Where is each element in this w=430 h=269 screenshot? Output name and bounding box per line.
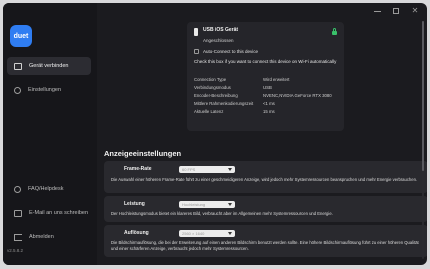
- performance-label: Leistung: [124, 201, 145, 207]
- info-value: 15 ms: [263, 108, 275, 114]
- info-key: Mittlere Rahmenkodierungszeit: [194, 100, 254, 106]
- section-title: Anzeigeeinstellungen: [104, 149, 182, 158]
- sidebar: duet Gerät verbinden Einstellungen FAQ/H…: [3, 3, 97, 265]
- frame-rate-setting: Frame-Rate 60 FPS Die Auswahl einer höhe…: [104, 161, 427, 193]
- auto-connect-checkbox[interactable]: [194, 49, 199, 54]
- lock-icon: [332, 28, 337, 35]
- device-card: USB iOS Gerät Angeschlossen Auto-Connect…: [187, 22, 344, 131]
- app-window: ✕ duet Gerät verbinden Einstellungen FAQ…: [3, 3, 427, 265]
- sidebar-item-label: Abmelden: [29, 234, 54, 240]
- resolution-select[interactable]: 2560 × 1640: [179, 230, 235, 237]
- sidebar-item-logout[interactable]: Abmelden: [7, 228, 91, 246]
- chevron-down-icon: [228, 168, 232, 171]
- sidebar-item-label: FAQ/Helpdesk: [28, 186, 64, 192]
- resolution-label: Auflösung: [124, 230, 149, 236]
- phone-icon: [194, 28, 198, 36]
- auto-connect-label: Auto-Connect to this device: [203, 49, 259, 54]
- app-version: v2.5.8.2: [7, 248, 24, 253]
- info-value: Wird erweitert: [263, 76, 290, 82]
- mail-icon: [14, 209, 22, 217]
- scrollbar-thumb[interactable]: [422, 21, 424, 171]
- frame-rate-description: Die Auswahl einer höheren Frame-Rate füh…: [111, 177, 418, 182]
- close-icon[interactable]: ✕: [411, 7, 419, 15]
- monitor-icon: [14, 62, 22, 70]
- info-row: Aktuelle Latenz 15 ms: [194, 107, 332, 115]
- resolution-value: 2560 × 1640: [182, 231, 205, 236]
- info-row: Mittlere Rahmenkodierungszeit <1 ms: [194, 99, 332, 107]
- info-value: NVENC,NVIDIA GeForce RTX 3080: [263, 92, 332, 98]
- gear-icon: [14, 86, 21, 94]
- resolution-description: Die Bildschirmauflösung, die bei der Erw…: [111, 240, 419, 251]
- title-bar: ✕: [3, 3, 427, 19]
- sidebar-item-label: Einstellungen: [28, 87, 62, 93]
- app-logo: duet: [10, 25, 32, 47]
- frame-rate-label: Frame-Rate: [124, 166, 152, 172]
- sidebar-item-faq[interactable]: FAQ/Helpdesk: [7, 180, 91, 198]
- info-value: <1 ms: [263, 100, 275, 106]
- info-key: Aktuelle Latenz: [194, 108, 224, 114]
- resolution-setting: Auflösung 2560 × 1640 Die Bildschirmaufl…: [104, 225, 427, 257]
- main-content: USB iOS Gerät Angeschlossen Auto-Connect…: [99, 3, 427, 265]
- info-row: Verbindungsmodus USB: [194, 83, 332, 91]
- sidebar-item-email[interactable]: E-Mail an uns schreiben: [7, 204, 91, 222]
- info-row: Encoder-Beschreibung NVENC,NVIDIA GeForc…: [194, 91, 332, 99]
- device-name: USB iOS Gerät: [203, 27, 239, 33]
- info-row: Connection Type Wird erweitert: [194, 75, 332, 83]
- maximize-icon[interactable]: [392, 7, 400, 15]
- performance-description: Der Hochleistungsmodus bietet ein klarer…: [111, 211, 333, 216]
- auto-connect-help: Check this box if you want to connect th…: [194, 59, 337, 64]
- minimize-icon[interactable]: [373, 7, 381, 15]
- auto-connect-row[interactable]: Auto-Connect to this device: [194, 49, 258, 54]
- chevron-down-icon: [228, 203, 232, 206]
- frame-rate-value: 60 FPS: [182, 167, 196, 172]
- info-key: Verbindungsmodus: [194, 84, 231, 90]
- frame-rate-select[interactable]: 60 FPS: [179, 166, 235, 173]
- performance-select[interactable]: Hochleistung: [179, 201, 235, 208]
- info-key: Connection Type: [194, 76, 227, 82]
- info-key: Encoder-Beschreibung: [194, 92, 238, 98]
- chevron-down-icon: [228, 232, 232, 235]
- info-value: USB: [263, 84, 272, 90]
- sidebar-item-label: E-Mail an uns schreiben: [29, 210, 89, 216]
- device-status: Angeschlossen: [203, 38, 234, 43]
- logout-icon: [14, 233, 22, 241]
- help-icon: [14, 185, 21, 193]
- sidebar-item-settings[interactable]: Einstellungen: [7, 81, 91, 99]
- sidebar-item-label: Gerät verbinden: [29, 63, 69, 69]
- sidebar-item-connect-device[interactable]: Gerät verbinden: [7, 57, 91, 75]
- performance-setting: Leistung Hochleistung Der Hochleistungsm…: [104, 196, 427, 222]
- performance-value: Hochleistung: [182, 202, 206, 207]
- device-info-table: Connection Type Wird erweitert Verbindun…: [194, 75, 332, 115]
